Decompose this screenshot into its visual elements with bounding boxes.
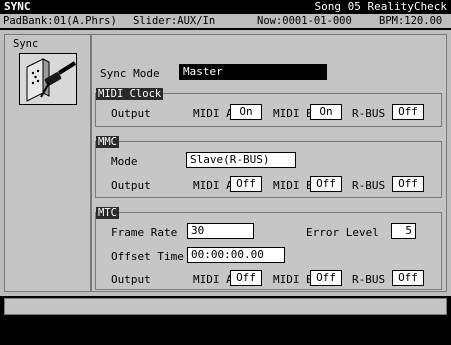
sync-panel-label: Sync — [13, 38, 39, 50]
midi-clock-rbus-label: R-BUS — [352, 107, 386, 120]
mtc-offset-time-field[interactable]: 00:00:00.00 — [187, 247, 285, 263]
mmc-midi-b-label: MIDI B — [273, 179, 313, 192]
mtc-tag: MTC — [96, 207, 119, 219]
mmc-tag: MMC — [96, 136, 119, 148]
mtc-midi-a-label: MIDI A — [193, 273, 233, 286]
mtc-midi-b-label: MIDI B — [273, 273, 313, 286]
mtc-output-label: Output — [111, 273, 151, 286]
song-title: Song 05 RealityCheck — [314, 0, 447, 13]
mtc-frame-rate-label: Frame Rate — [111, 226, 178, 239]
mtc-frame-rate-field[interactable]: 30 — [187, 223, 254, 239]
mmc-midi-a-label: MIDI A — [193, 179, 233, 192]
midi-clock-tag: MIDI Clock — [96, 88, 164, 100]
sync-mode-label: Sync Mode — [100, 67, 160, 80]
bpm-status: BPM:120.00 — [379, 15, 443, 27]
mtc-rbus-label: R-BUS — [352, 273, 386, 286]
padbank-status: PadBank:01(A.Phrs) — [3, 15, 117, 27]
now-status: Now:0001-01-000 — [257, 15, 352, 27]
screen-title: SYNC — [4, 0, 31, 13]
mmc-rbus-label: R-BUS — [352, 179, 386, 192]
midi-clock-rbus-field[interactable]: Off — [392, 104, 424, 120]
mmc-rbus-field[interactable]: Off — [392, 176, 424, 192]
mtc-rbus-field[interactable]: Off — [392, 270, 424, 286]
midi-clock-midi-a-field[interactable]: On — [230, 104, 262, 120]
mtc-error-level-field[interactable]: 5 — [391, 223, 416, 239]
midi-clock-output-label: Output — [111, 107, 151, 120]
midi-connector-icon — [19, 53, 77, 105]
mtc-midi-a-field[interactable]: Off — [230, 270, 262, 286]
mtc-offset-time-label: Offset Time — [111, 250, 184, 263]
mmc-midi-b-field[interactable]: Off — [310, 176, 342, 192]
message-bar — [4, 298, 447, 315]
sync-mode-field[interactable]: Master — [179, 64, 327, 80]
mmc-mode-field[interactable]: Slave(R-BUS) — [186, 152, 296, 168]
mmc-midi-a-field[interactable]: Off — [230, 176, 262, 192]
midi-clock-midi-a-label: MIDI A — [193, 107, 233, 120]
mtc-error-level-label: Error Level — [306, 226, 379, 239]
mmc-mode-label: Mode — [111, 155, 138, 168]
title-bar: SYNC Song 05 RealityCheck — [0, 0, 451, 14]
left-panel: Sync — [4, 34, 91, 292]
mtc-midi-b-field[interactable]: Off — [310, 270, 342, 286]
slider-status: Slider:AUX/In — [133, 15, 216, 27]
midi-clock-midi-b-label: MIDI B — [273, 107, 313, 120]
function-bar — [0, 318, 451, 345]
mmc-output-label: Output — [111, 179, 151, 192]
midi-clock-midi-b-field[interactable]: On — [310, 104, 342, 120]
status-bar: PadBank:01(A.Phrs) Slider:AUX/In Now:000… — [0, 14, 451, 29]
